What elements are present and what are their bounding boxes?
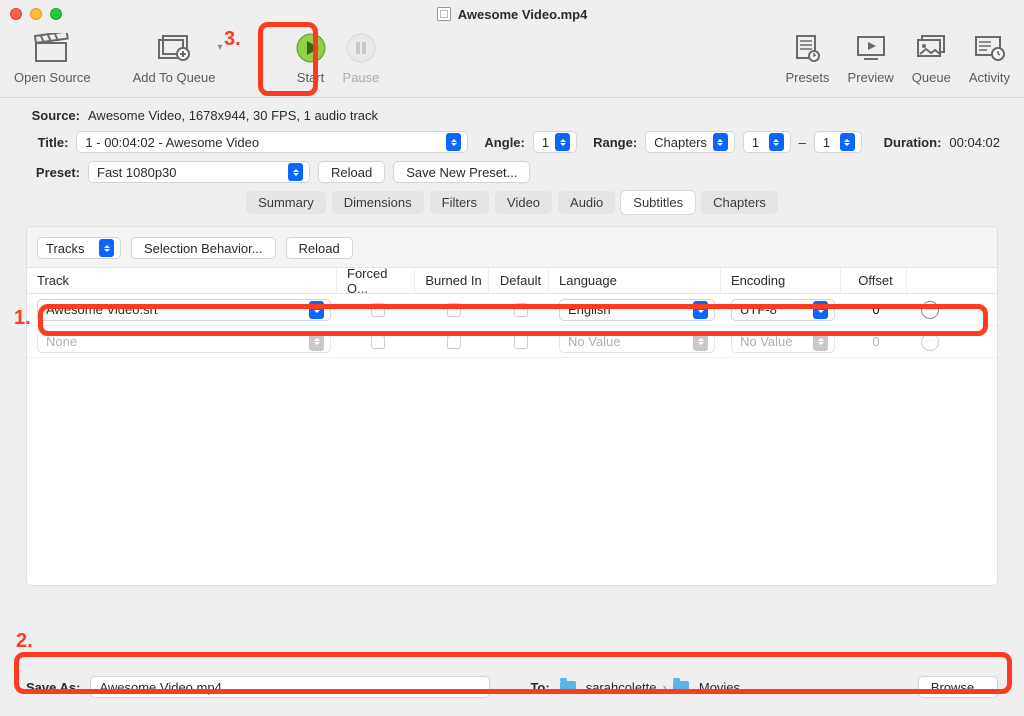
chevron-right-icon: › bbox=[663, 680, 667, 695]
range-from-select[interactable]: 1 bbox=[743, 131, 791, 153]
clapperboard-icon bbox=[34, 30, 70, 66]
title-select[interactable]: 1 - 00:04:02 - Awesome Video bbox=[76, 131, 468, 153]
row-options-button: ⋯ bbox=[921, 333, 939, 351]
terminal-clock-icon bbox=[971, 30, 1007, 66]
col-default: Default bbox=[489, 268, 549, 293]
path-dir: Movies bbox=[699, 680, 740, 695]
language-select[interactable]: English bbox=[559, 299, 715, 321]
images-stack-icon bbox=[913, 30, 949, 66]
toolbar: Open Source Add To Queue ▾ Start Pause P… bbox=[0, 28, 1024, 98]
col-encoding: Encoding bbox=[721, 268, 841, 293]
col-language: Language bbox=[549, 268, 721, 293]
monitor-play-icon bbox=[853, 30, 889, 66]
range-label: Range: bbox=[593, 135, 637, 150]
to-label: To: bbox=[530, 680, 549, 695]
burned-checkbox bbox=[447, 335, 461, 349]
selection-behavior-button[interactable]: Selection Behavior... bbox=[131, 237, 276, 259]
presets-label: Presets bbox=[785, 70, 829, 85]
save-as-field[interactable]: Awesome Video.mp4 bbox=[90, 676, 490, 698]
browse-button[interactable]: Browse... bbox=[918, 676, 998, 698]
track-select[interactable]: None bbox=[37, 331, 331, 353]
folder-icon bbox=[560, 681, 576, 693]
offset-value: 0 bbox=[872, 334, 879, 349]
pause-label: Pause bbox=[343, 70, 380, 85]
subtitle-reload-button[interactable]: Reload bbox=[286, 237, 353, 259]
pause-icon bbox=[343, 30, 379, 66]
add-to-queue-label: Add To Queue bbox=[133, 70, 216, 85]
subtitle-row: None No Value No Value 0 ⋯ bbox=[27, 326, 997, 358]
tab-video[interactable]: Video bbox=[495, 191, 552, 214]
tab-dimensions[interactable]: Dimensions bbox=[332, 191, 424, 214]
subtitle-table-header: Track Forced O... Burned In Default Lang… bbox=[27, 268, 997, 294]
subtitle-row: Awesome Video.srt English UTF-8 0 ⋯ bbox=[27, 294, 997, 326]
queue-button[interactable]: Queue bbox=[912, 30, 951, 85]
tab-filters[interactable]: Filters bbox=[430, 191, 489, 214]
save-bar: Save As: Awesome Video.mp4 To: sarahcole… bbox=[0, 672, 1024, 702]
tracks-menu[interactable]: Tracks bbox=[37, 237, 121, 259]
presets-button[interactable]: Presets bbox=[785, 30, 829, 85]
angle-select[interactable]: 1 bbox=[533, 131, 577, 153]
tab-subtitles[interactable]: Subtitles bbox=[621, 191, 695, 214]
folder-icon bbox=[673, 681, 689, 693]
tab-summary[interactable]: Summary bbox=[246, 191, 326, 214]
subtitles-panel: Tracks Selection Behavior... Reload Trac… bbox=[26, 226, 998, 586]
forced-checkbox[interactable] bbox=[371, 303, 385, 317]
preview-label: Preview bbox=[848, 70, 894, 85]
save-as-label: Save As: bbox=[26, 680, 80, 695]
burned-checkbox[interactable] bbox=[447, 303, 461, 317]
activity-label: Activity bbox=[969, 70, 1010, 85]
tab-audio[interactable]: Audio bbox=[558, 191, 615, 214]
start-button[interactable]: Start bbox=[293, 30, 329, 85]
images-plus-icon bbox=[156, 30, 192, 66]
forced-checkbox bbox=[371, 335, 385, 349]
save-new-preset-button[interactable]: Save New Preset... bbox=[393, 161, 530, 183]
col-offset: Offset bbox=[841, 268, 907, 293]
chevron-down-icon[interactable]: ▾ bbox=[218, 42, 223, 53]
add-to-queue-button[interactable]: Add To Queue bbox=[133, 30, 216, 85]
pause-button: Pause bbox=[343, 30, 380, 85]
tab-chapters[interactable]: Chapters bbox=[701, 191, 778, 214]
preview-button[interactable]: Preview bbox=[848, 30, 894, 85]
default-checkbox bbox=[514, 335, 528, 349]
range-dash: – bbox=[799, 135, 806, 150]
encoding-select[interactable]: UTF-8 bbox=[731, 299, 835, 321]
encoding-select: No Value bbox=[731, 331, 835, 353]
annotation-number-2: 2. bbox=[16, 630, 33, 653]
presets-icon bbox=[789, 30, 825, 66]
col-track: Track bbox=[27, 268, 337, 293]
info-section: Source: Awesome Video, 1678x944, 30 FPS,… bbox=[0, 98, 1024, 183]
preset-label: Preset: bbox=[24, 165, 80, 180]
preset-reload-button[interactable]: Reload bbox=[318, 161, 385, 183]
title-label: Title: bbox=[24, 135, 68, 150]
activity-button[interactable]: Activity bbox=[969, 30, 1010, 85]
duration-value: 00:04:02 bbox=[949, 135, 1000, 150]
col-forced: Forced O... bbox=[337, 268, 415, 293]
open-source-label: Open Source bbox=[14, 70, 91, 85]
range-to-select[interactable]: 1 bbox=[814, 131, 862, 153]
play-icon bbox=[293, 30, 329, 66]
tab-bar: Summary Dimensions Filters Video Audio S… bbox=[0, 191, 1024, 214]
offset-value[interactable]: 0 bbox=[872, 302, 879, 317]
titlebar: Awesome Video.mp4 bbox=[0, 0, 1024, 28]
source-label: Source: bbox=[24, 108, 80, 123]
queue-label: Queue bbox=[912, 70, 951, 85]
row-options-button[interactable]: ⋯ bbox=[921, 301, 939, 319]
document-icon bbox=[437, 7, 451, 21]
source-value: Awesome Video, 1678x944, 30 FPS, 1 audio… bbox=[88, 108, 378, 123]
open-source-button[interactable]: Open Source bbox=[14, 30, 91, 85]
duration-label: Duration: bbox=[884, 135, 942, 150]
range-mode-select[interactable]: Chapters bbox=[645, 131, 735, 153]
track-select[interactable]: Awesome Video.srt bbox=[37, 299, 331, 321]
preset-select[interactable]: Fast 1080p30 bbox=[88, 161, 310, 183]
language-select: No Value bbox=[559, 331, 715, 353]
window-title: Awesome Video.mp4 bbox=[0, 7, 1024, 22]
angle-label: Angle: bbox=[484, 135, 524, 150]
destination-path[interactable]: sarahcolette › Movies bbox=[560, 680, 740, 695]
col-burned: Burned In bbox=[415, 268, 489, 293]
path-user: sarahcolette bbox=[586, 680, 657, 695]
default-checkbox[interactable] bbox=[514, 303, 528, 317]
start-label: Start bbox=[297, 70, 324, 85]
